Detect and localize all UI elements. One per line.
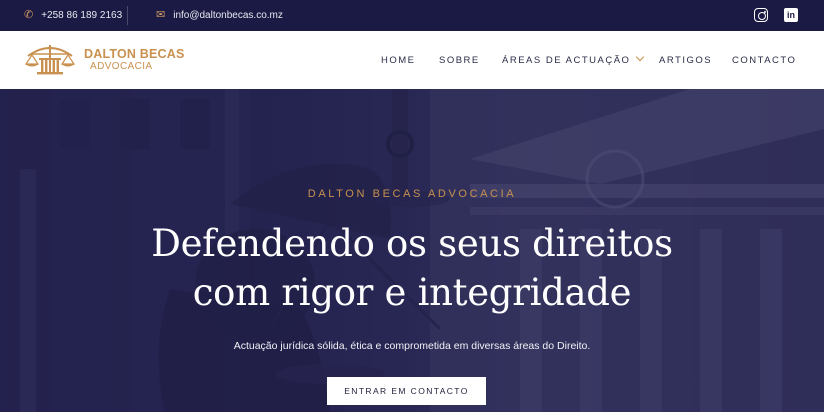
logo-name: DALTON BECAS <box>84 47 185 62</box>
top-bar: ✆ +258 86 189 2163 ✉ info@daltonbecas.co… <box>0 0 824 31</box>
linkedin-glyph: in <box>787 10 795 20</box>
nav-areas-de-actuacao[interactable]: ÁREAS DE ACTUAÇÃO <box>502 31 645 89</box>
nav-sobre[interactable]: SOBRE <box>439 31 480 89</box>
hero-headline-line2: com rigor e integridade <box>192 271 632 314</box>
hero-subtitle: Actuação jurídica sólida, ética e compro… <box>233 340 591 352</box>
nav-contacto-label[interactable]: CONTACTO <box>732 55 796 66</box>
phone-number[interactable]: +258 86 189 2163 <box>41 10 122 21</box>
site-header: DALTON BECAS ADVOCACIA HOME SOBRE ÁREAS … <box>0 31 824 89</box>
nav-artigos[interactable]: ARTIGOS <box>659 31 712 89</box>
nav-areas-label[interactable]: ÁREAS DE ACTUAÇÃO <box>502 55 630 66</box>
email-icon: ✉ <box>156 9 166 21</box>
hero-headline: Defendendo os seus direitos com rigor e … <box>0 219 824 317</box>
topbar-divider <box>127 6 128 25</box>
nav-home-label[interactable]: HOME <box>381 55 416 66</box>
scales-of-justice-icon <box>24 45 76 75</box>
nav-artigos-label[interactable]: ARTIGOS <box>659 55 712 66</box>
instagram-icon[interactable] <box>754 8 768 22</box>
linkedin-icon[interactable]: in <box>784 8 798 22</box>
email-contact[interactable]: ✉ info@daltonbecas.co.mz <box>156 0 283 31</box>
phone-icon: ✆ <box>24 9 34 21</box>
email-address[interactable]: info@daltonbecas.co.mz <box>173 10 283 21</box>
logo-subtitle: ADVOCACIA <box>90 60 153 72</box>
nav-contacto[interactable]: CONTACTO <box>732 31 796 89</box>
nav-home[interactable]: HOME <box>381 31 416 89</box>
hero-section: DALTON BECAS ADVOCACIA Defendendo os seu… <box>0 89 824 412</box>
site-logo[interactable]: DALTON BECAS ADVOCACIA <box>24 41 185 79</box>
phone-contact[interactable]: ✆ +258 86 189 2163 <box>24 0 122 31</box>
hero-headline-line1: Defendendo os seus direitos <box>151 222 673 265</box>
contact-cta-button[interactable]: ENTRAR EM CONTACTO <box>327 377 486 405</box>
chevron-down-icon[interactable] <box>636 52 645 62</box>
hero-eyebrow: DALTON BECAS ADVOCACIA <box>307 188 517 200</box>
nav-sobre-label[interactable]: SOBRE <box>439 55 480 66</box>
